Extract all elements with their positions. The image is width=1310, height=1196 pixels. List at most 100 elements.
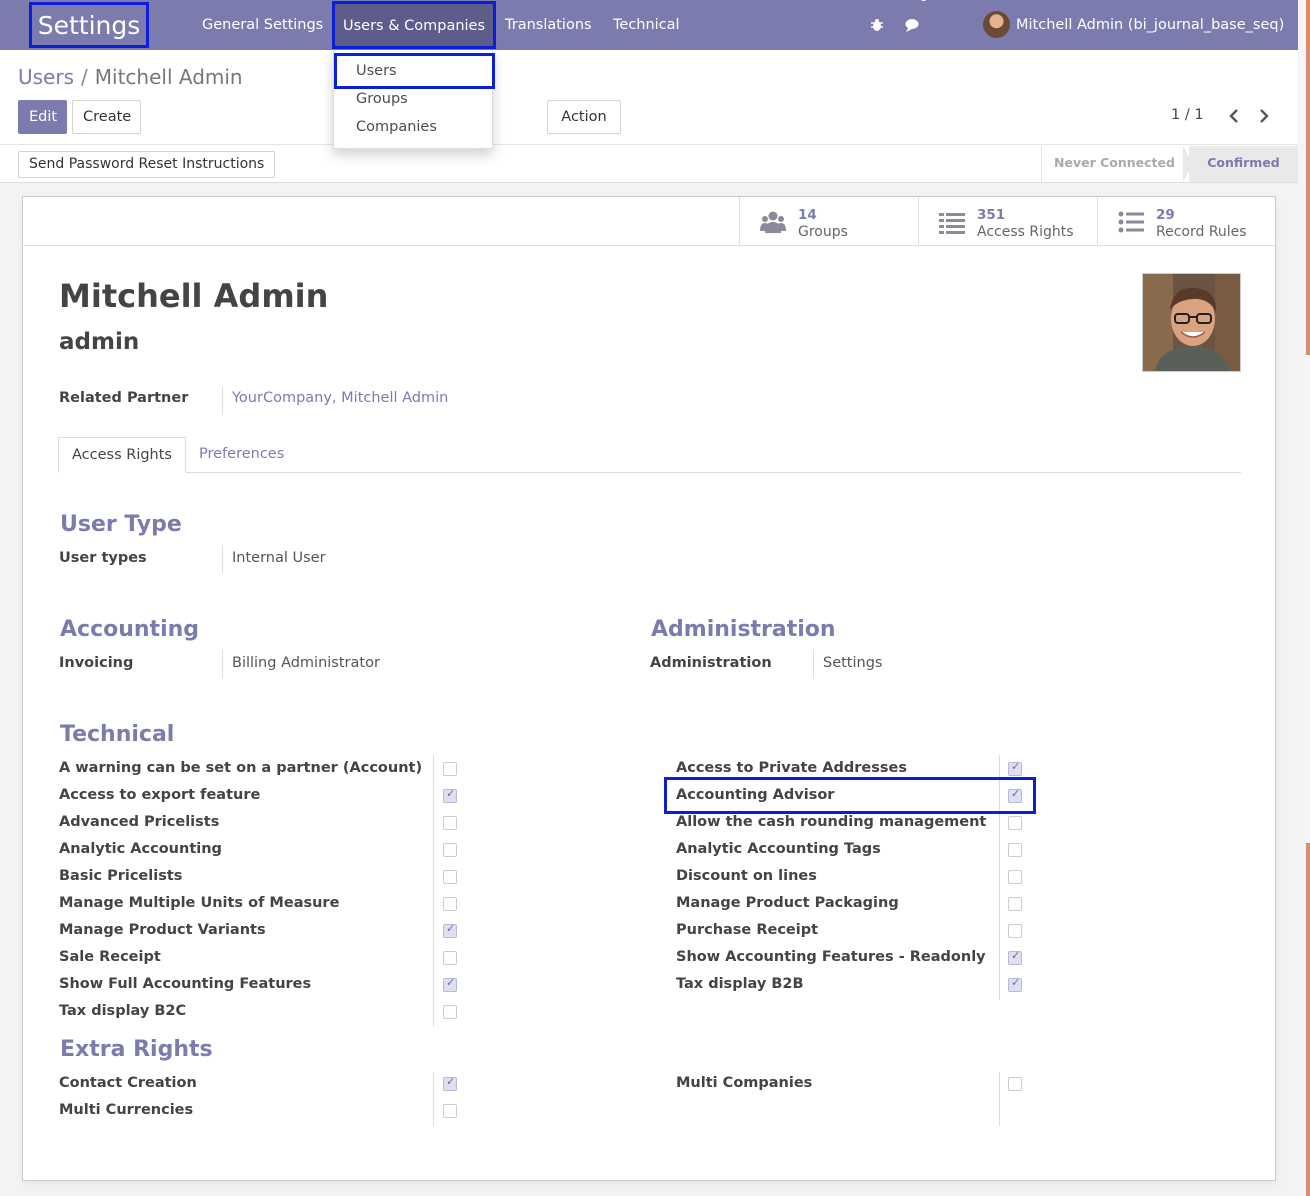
right-checkbox[interactable] xyxy=(443,951,457,965)
right-label: Basic Pricelists xyxy=(59,868,183,884)
user-types-value[interactable]: Internal User xyxy=(232,550,326,566)
form-sheet: 14 Groups 351 Access Rights 29 Record Ru… xyxy=(22,196,1276,1181)
breadcrumb: Users / Mitchell Admin xyxy=(18,65,243,89)
invoicing-value[interactable]: Billing Administrator xyxy=(232,655,380,671)
right-label: Discount on lines xyxy=(676,868,817,884)
user-login: admin xyxy=(59,329,140,355)
menu-general-settings[interactable]: General Settings xyxy=(202,0,323,50)
breadcrumb-separator: / xyxy=(81,65,88,89)
right-checkbox[interactable] xyxy=(1008,924,1022,938)
right-checkbox[interactable] xyxy=(1008,949,1022,965)
right-label: Multi Currencies xyxy=(59,1102,194,1118)
right-label: Purchase Receipt xyxy=(676,922,819,938)
record-rules-label: Record Rules xyxy=(1156,224,1247,240)
right-checkbox[interactable] xyxy=(443,787,457,803)
right-checkbox[interactable] xyxy=(1008,760,1022,776)
status-confirmed: Confirmed xyxy=(1189,146,1298,182)
extra-right-separator xyxy=(999,1072,1000,1126)
right-checkbox[interactable] xyxy=(443,870,457,884)
scrollbar-marker xyxy=(1306,0,1310,355)
pager-next-icon[interactable] xyxy=(1258,105,1270,129)
technical-left-separator xyxy=(433,755,434,1027)
tab-preferences[interactable]: Preferences xyxy=(186,437,297,473)
scrollbar-marker xyxy=(1306,843,1310,1196)
right-checkbox[interactable] xyxy=(1008,870,1022,884)
field-separator xyxy=(222,387,223,415)
smart-button-box: 14 Groups 351 Access Rights 29 Record Ru… xyxy=(23,197,1275,246)
administration-label: Administration xyxy=(650,655,772,671)
right-checkbox[interactable] xyxy=(443,762,457,776)
access-rights-stat-button[interactable]: 351 Access Rights xyxy=(918,197,1097,245)
right-checkbox[interactable] xyxy=(1008,897,1022,911)
right-checkbox[interactable] xyxy=(443,976,457,992)
field-separator xyxy=(222,545,223,573)
administration-section-title: Administration xyxy=(651,617,836,642)
menu-users-companies[interactable]: Users & Companies xyxy=(332,1,497,49)
groups-label: Groups xyxy=(798,224,848,240)
right-label: Sale Receipt xyxy=(59,949,161,965)
messages-icon[interactable]: 5 xyxy=(905,0,927,50)
right-label: Allow the cash rounding management xyxy=(676,814,987,830)
right-label: Show Full Accounting Features xyxy=(59,976,312,992)
create-button[interactable]: Create xyxy=(72,100,141,134)
right-label: Access to export feature xyxy=(59,787,261,803)
send-password-reset-button[interactable]: Send Password Reset Instructions xyxy=(18,151,276,178)
right-label: A warning can be set on a partner (Accou… xyxy=(59,760,423,776)
right-checkbox[interactable] xyxy=(443,816,457,830)
right-checkbox[interactable] xyxy=(1008,843,1022,857)
dropdown-item-groups[interactable]: Groups xyxy=(356,91,408,107)
status-never-connected: Never Connected xyxy=(1041,146,1187,182)
right-checkbox[interactable] xyxy=(1008,1077,1022,1091)
access-rights-count: 351 xyxy=(977,207,1006,223)
right-checkbox[interactable] xyxy=(1008,976,1022,992)
record-rules-count: 29 xyxy=(1156,207,1175,223)
right-label: Multi Companies xyxy=(676,1075,813,1091)
right-label: Advanced Pricelists xyxy=(59,814,220,830)
top-navbar: Settings General Settings Users & Compan… xyxy=(0,0,1298,50)
groups-count: 14 xyxy=(798,207,817,223)
technical-section-title: Technical xyxy=(60,722,175,747)
menu-translations[interactable]: Translations xyxy=(505,0,592,50)
right-label: Access to Private Addresses xyxy=(676,760,907,776)
user-photo[interactable] xyxy=(1142,273,1241,372)
messages-badge: 5 xyxy=(921,0,927,6)
right-checkbox[interactable] xyxy=(443,922,457,938)
right-checkbox[interactable] xyxy=(443,1104,457,1118)
right-checkbox[interactable] xyxy=(443,1075,457,1091)
bug-icon[interactable] xyxy=(870,0,884,50)
related-partner-label: Related Partner xyxy=(59,390,189,406)
right-label: Manage Product Variants xyxy=(59,922,266,938)
pager-previous-icon[interactable] xyxy=(1228,105,1240,129)
groups-stat-button[interactable]: 14 Groups xyxy=(739,197,918,245)
breadcrumb-users-link[interactable]: Users xyxy=(18,65,74,89)
control-panel: Users / Mitchell Admin Edit Create Action … xyxy=(0,50,1298,183)
right-checkbox[interactable] xyxy=(1008,816,1022,830)
user-types-label: User types xyxy=(59,550,147,566)
action-button[interactable]: Action xyxy=(547,100,621,134)
right-label: Tax display B2C xyxy=(59,1003,187,1019)
menu-technical[interactable]: Technical xyxy=(613,0,680,50)
dropdown-item-companies[interactable]: Companies xyxy=(356,119,437,135)
right-label: Tax display B2B xyxy=(676,976,804,992)
field-separator xyxy=(813,650,814,678)
app-brand[interactable]: Settings xyxy=(29,2,149,48)
user-menu[interactable]: Mitchell Admin (bi_journal_base_seq) xyxy=(1016,0,1284,50)
administration-value[interactable]: Settings xyxy=(823,655,882,671)
breadcrumb-current: Mitchell Admin xyxy=(94,65,243,89)
tab-access-rights[interactable]: Access Rights xyxy=(58,437,186,473)
dropdown-item-users[interactable]: Users xyxy=(334,53,495,89)
right-label: Analytic Accounting xyxy=(59,841,222,857)
edit-button[interactable]: Edit xyxy=(18,100,67,134)
record-rules-stat-button[interactable]: 29 Record Rules xyxy=(1097,197,1276,245)
right-checkbox[interactable] xyxy=(443,1005,457,1019)
extra-rights-section-title: Extra Rights xyxy=(60,1037,213,1062)
users-companies-dropdown: Users Groups Companies xyxy=(333,50,495,149)
pager-value[interactable]: 1 / 1 xyxy=(1171,107,1204,123)
statusbar-divider xyxy=(0,144,1298,145)
user-avatar[interactable] xyxy=(983,11,1010,38)
extra-left-separator xyxy=(433,1072,434,1126)
accounting-advisor-highlight xyxy=(664,777,1036,814)
right-checkbox[interactable] xyxy=(443,843,457,857)
related-partner-link[interactable]: YourCompany, Mitchell Admin xyxy=(232,390,448,406)
right-checkbox[interactable] xyxy=(443,897,457,911)
